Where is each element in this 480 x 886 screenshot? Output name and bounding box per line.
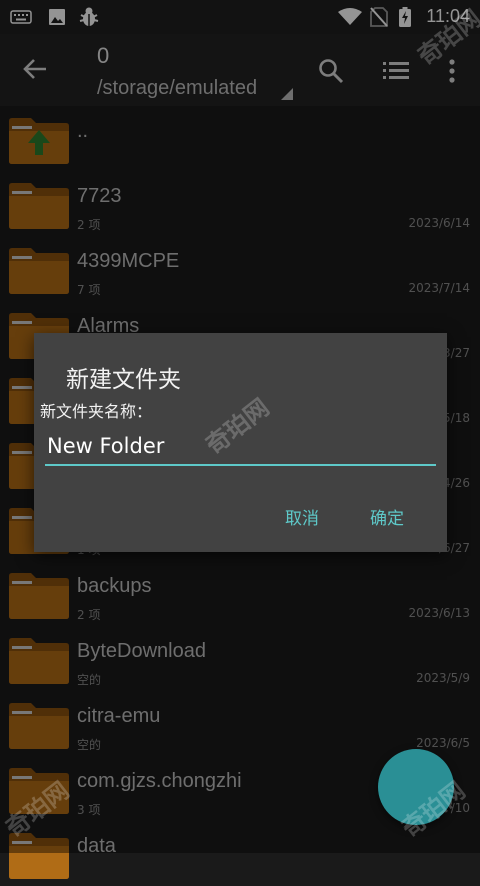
dialog-title: 新建文件夹 [66,367,181,393]
folder-name-label: 新文件夹名称： [40,402,153,421]
ok-button[interactable]: 确定 [370,504,404,529]
cancel-button[interactable]: 取消 [285,504,319,529]
